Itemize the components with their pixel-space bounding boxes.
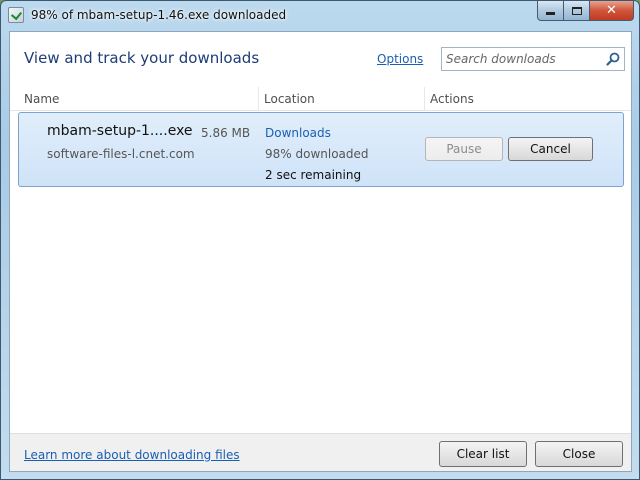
pause-button[interactable]: Pause xyxy=(425,137,503,161)
downloads-window: 98% of mbam-setup-1.46.exe downloaded ✕ … xyxy=(0,0,640,480)
column-divider xyxy=(258,87,259,111)
window-close-button[interactable]: ✕ xyxy=(590,1,634,21)
title-bar[interactable]: 98% of mbam-setup-1.46.exe downloaded ✕ xyxy=(1,1,639,31)
window-title: 98% of mbam-setup-1.46.exe downloaded xyxy=(31,8,287,22)
column-name[interactable]: Name xyxy=(24,92,59,106)
column-actions[interactable]: Actions xyxy=(430,92,474,106)
location-link[interactable]: Downloads xyxy=(265,126,331,140)
maximize-button[interactable] xyxy=(564,1,590,21)
file-size: 5.86 MB xyxy=(201,126,251,140)
page-title: View and track your downloads xyxy=(24,49,260,67)
cancel-button[interactable]: Cancel xyxy=(508,137,593,161)
file-name[interactable]: mbam-setup-1....exe xyxy=(47,123,193,139)
progress-text: 98% downloaded xyxy=(265,147,369,161)
download-item[interactable]: mbam-setup-1....exe 5.86 MB software-fil… xyxy=(18,112,624,187)
column-location[interactable]: Location xyxy=(264,92,315,106)
column-header: Name Location Actions xyxy=(10,87,631,111)
time-remaining: 2 sec remaining xyxy=(265,168,362,182)
client-area: View and track your downloads Options Na… xyxy=(9,31,632,472)
search-input[interactable] xyxy=(442,48,602,70)
maximize-icon xyxy=(571,6,582,15)
close-icon: ✕ xyxy=(606,3,617,18)
download-manager-icon xyxy=(8,7,24,23)
learn-more-link[interactable]: Learn more about downloading files xyxy=(24,448,240,462)
clear-list-button[interactable]: Clear list xyxy=(439,441,527,467)
search-icon[interactable] xyxy=(605,51,621,67)
column-divider xyxy=(424,87,425,111)
options-link[interactable]: Options xyxy=(377,52,423,66)
minimize-button[interactable] xyxy=(537,1,564,21)
caption-buttons: ✕ xyxy=(537,1,634,21)
minimize-icon xyxy=(546,12,555,15)
close-button[interactable]: Close xyxy=(535,441,623,467)
search-box[interactable] xyxy=(441,47,625,71)
file-source: software-files-l.cnet.com xyxy=(47,147,195,161)
footer: Learn more about downloading files Clear… xyxy=(10,433,631,471)
